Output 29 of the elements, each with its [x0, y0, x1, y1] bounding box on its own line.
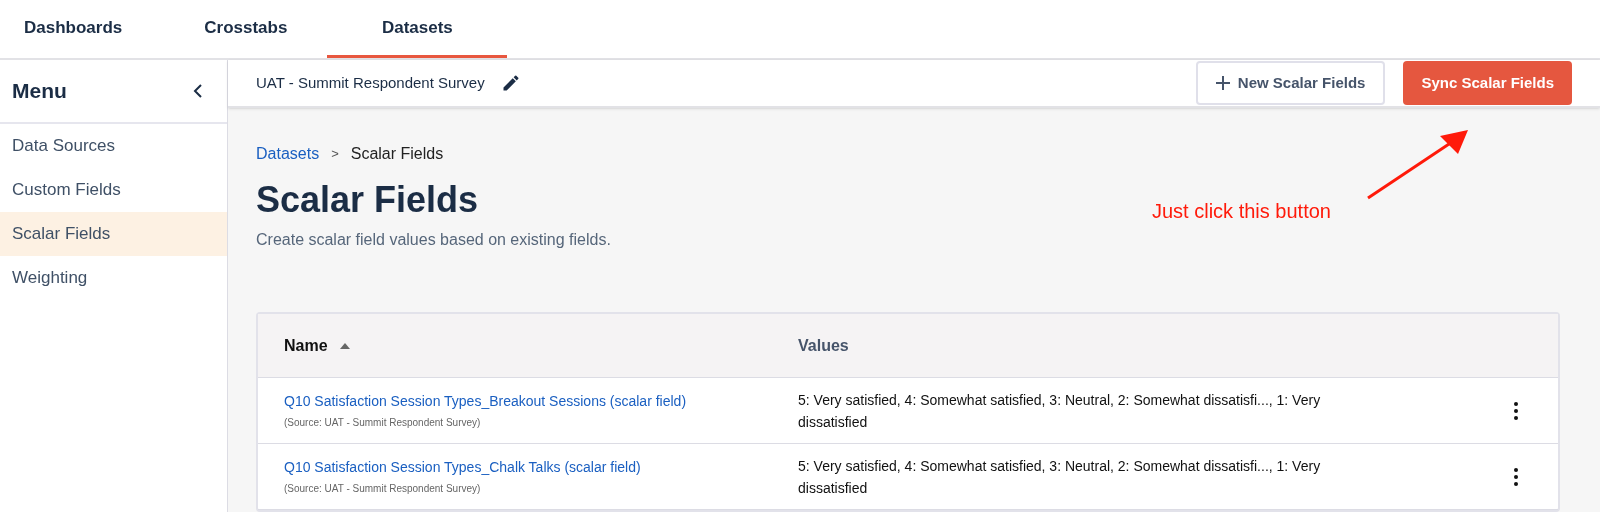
annotation-text: Just click this button [1152, 199, 1331, 224]
new-button[interactable]: New Scalar Fields [1195, 61, 1386, 105]
sort-ascending-icon[interactable] [339, 342, 350, 349]
field-link[interactable]: Q10 Satisfaction Session Types_Chalk Talks (scalar field) [284, 457, 798, 478]
breadcrumb-separator: > [331, 145, 339, 164]
nav-tab[interactable]: Dashboards [0, 0, 147, 58]
more-options-icon[interactable] [1514, 401, 1518, 420]
field-source: (Source: UAT - Summit Respondent Survey) [284, 416, 482, 430]
collapse-icon[interactable] [193, 83, 203, 99]
plus-icon [1215, 76, 1230, 90]
breadcrumb-link[interactable]: Datasets [256, 142, 320, 166]
sync-button[interactable]: Sync Scalar Fields [1403, 61, 1572, 105]
more-options-icon[interactable] [1514, 467, 1518, 486]
dataset-name: UAT - Summit Respondent Survey [256, 72, 485, 93]
sidebar-item[interactable]: Data Sources [0, 124, 227, 168]
table-cell-text: 5: Very satisfied, 4: Somewhat satisfied, 3: Neutral, 2: Somewhat dissatisfi..., 1: Very dissatisfied [798, 456, 1322, 498]
page-description: Create scalar field values based on existing fields. [256, 230, 611, 250]
sidebar-item[interactable]: Weighting [0, 256, 227, 300]
field-link[interactable]: Q10 Satisfaction Session Types_Breakout Sessions (scalar field) [284, 391, 798, 412]
breadcrumb-current: Scalar Fields [350, 144, 444, 164]
menu-title: Menu [12, 78, 67, 105]
sidebar-item[interactable]: Custom Fields [0, 168, 227, 212]
column-header[interactable]: Name [284, 333, 328, 358]
field-source: (Source: UAT - Summit Respondent Survey) [284, 482, 482, 496]
sidebar-item[interactable]: Scalar Fields [0, 212, 227, 256]
page-title: Scalar Fields [256, 178, 479, 222]
column-header: Values [798, 336, 849, 354]
table-cell-text: 5: Very satisfied, 4: Somewhat satisfied, 3: Neutral, 2: Somewhat dissatisfi..., 1: Very dissatisfied [798, 390, 1322, 432]
nav-tab[interactable]: Crosstabs [180, 0, 312, 58]
